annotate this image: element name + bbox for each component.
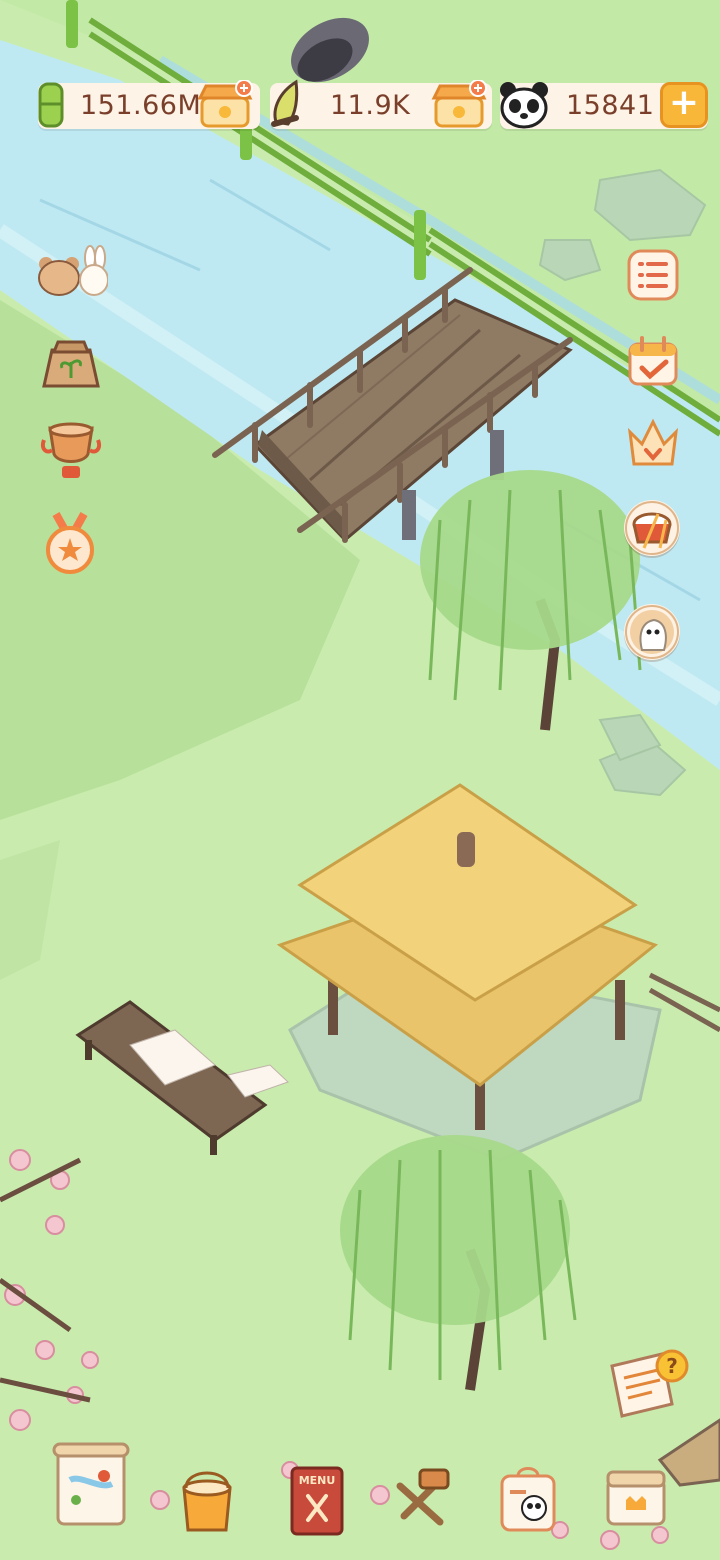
menu-label: MENU bbox=[299, 1474, 336, 1487]
menu-button[interactable]: MENU bbox=[286, 1462, 348, 1542]
shop-stall-icon[interactable] bbox=[430, 80, 488, 130]
log bbox=[657, 1418, 720, 1487]
help-notepad-icon[interactable]: ? bbox=[604, 1348, 690, 1422]
shoot-value: 11.9K bbox=[330, 90, 411, 121]
trophy-button[interactable] bbox=[40, 420, 102, 484]
shop-stall-icon[interactable] bbox=[196, 80, 254, 130]
willow-tree bbox=[340, 1135, 577, 1391]
willow-tree bbox=[420, 470, 642, 731]
panda-card-button[interactable] bbox=[496, 1464, 560, 1536]
visitor-button[interactable] bbox=[624, 604, 680, 660]
panda-value: 15841 bbox=[566, 90, 655, 121]
tools-button[interactable] bbox=[390, 1466, 452, 1536]
paint-button[interactable] bbox=[176, 1460, 238, 1536]
help-badge: ? bbox=[666, 1354, 678, 1378]
wood-fence bbox=[648, 972, 720, 1033]
music-button[interactable] bbox=[624, 500, 680, 556]
bamboo-shoot-icon bbox=[271, 79, 299, 127]
medal-button[interactable] bbox=[42, 510, 98, 576]
friends-button[interactable] bbox=[34, 244, 108, 300]
bamboo-stalk-icon bbox=[38, 82, 64, 128]
task-list-button[interactable] bbox=[626, 248, 680, 302]
grass-shadow bbox=[0, 840, 60, 980]
storage-button[interactable] bbox=[604, 1466, 668, 1530]
panda-face-icon bbox=[500, 82, 548, 129]
add-currency-button[interactable]: + bbox=[660, 82, 708, 128]
seed-bag-button[interactable] bbox=[40, 330, 102, 392]
game-scene bbox=[0, 0, 720, 1550]
bench bbox=[75, 1000, 289, 1155]
blossom-branch bbox=[0, 1157, 91, 1403]
daily-checkin-button[interactable] bbox=[626, 334, 680, 388]
map-button[interactable] bbox=[50, 1440, 132, 1532]
bamboo-value: 151.66M bbox=[80, 90, 202, 121]
crown-button[interactable] bbox=[624, 414, 682, 470]
